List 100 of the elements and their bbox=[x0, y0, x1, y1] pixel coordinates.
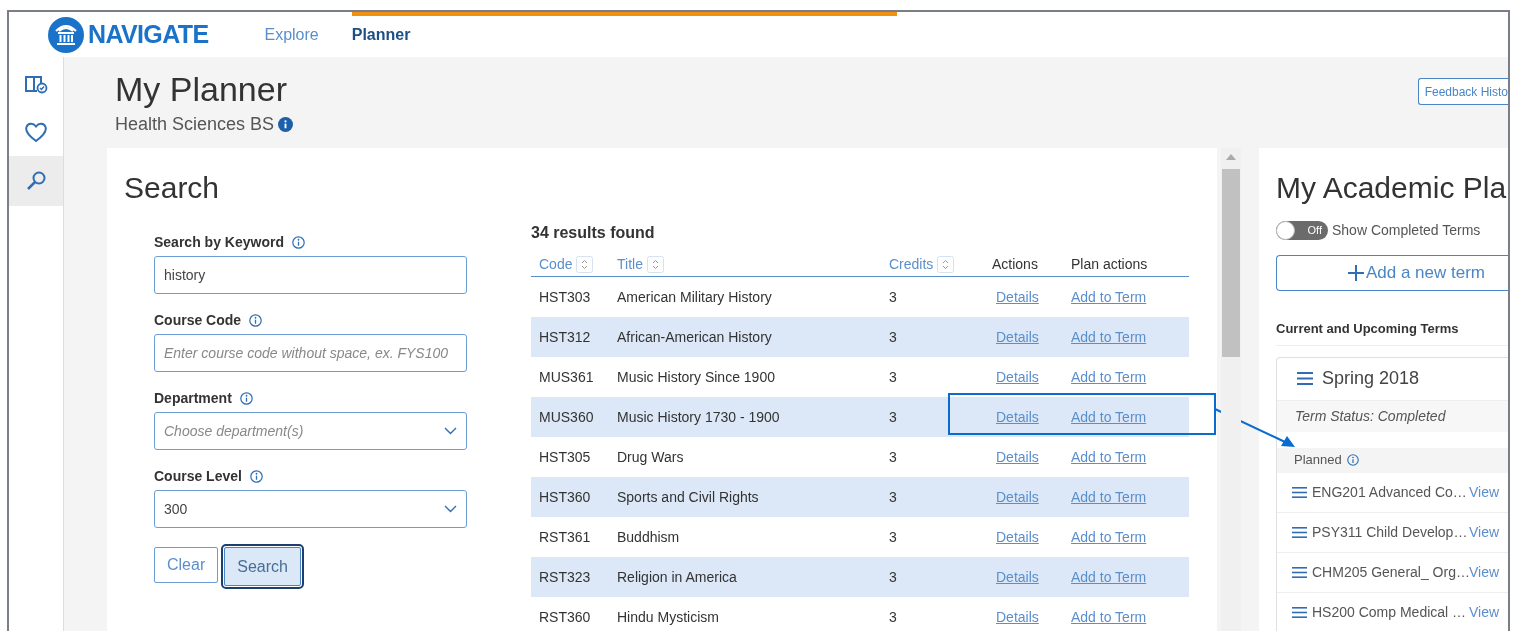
add-to-term-link[interactable]: Add to Term bbox=[1071, 448, 1147, 465]
view-link[interactable]: View bbox=[1469, 601, 1500, 623]
details-link[interactable]: Details bbox=[996, 568, 1039, 585]
toggle-switch[interactable]: Off bbox=[1276, 221, 1328, 240]
add-to-term-link[interactable]: Add to Term bbox=[1071, 408, 1147, 425]
table-cell-text: 3 bbox=[889, 567, 898, 587]
field-label: Department bbox=[154, 389, 232, 408]
view-link[interactable]: View bbox=[1469, 481, 1500, 503]
drag-handle-icon[interactable] bbox=[1292, 566, 1307, 578]
sort-icon[interactable] bbox=[576, 256, 594, 273]
table-cell-text: RST323 bbox=[538, 567, 592, 587]
column-header[interactable]: Title bbox=[617, 254, 643, 275]
info-icon[interactable] bbox=[278, 117, 294, 132]
drag-handle-icon[interactable] bbox=[1292, 526, 1307, 538]
view-link[interactable]: View bbox=[1469, 561, 1500, 583]
add-to-term-link[interactable]: Add to Term bbox=[1071, 488, 1147, 505]
column-header: Actions bbox=[992, 255, 1038, 274]
info-icon[interactable] bbox=[249, 470, 263, 483]
sort-icon[interactable] bbox=[646, 256, 664, 273]
search-icon[interactable] bbox=[25, 170, 47, 192]
add-term-button[interactable]: Add a new term bbox=[1276, 255, 1508, 291]
table-cell-text: Drug Wars bbox=[617, 447, 685, 467]
course-name: ENG201 Advanced Co… bbox=[1312, 482, 1464, 502]
term-name: Spring 2018 bbox=[1322, 367, 1420, 390]
table-cell-text: American Military History bbox=[617, 287, 773, 307]
sort-icon[interactable] bbox=[937, 256, 955, 273]
info-icon[interactable] bbox=[1346, 454, 1359, 466]
drag-handle-icon[interactable] bbox=[1292, 486, 1307, 498]
course-name: HS200 Comp Medical … bbox=[1312, 602, 1464, 622]
table-cell-text: 3 bbox=[889, 447, 898, 467]
table-cell-text: 3 bbox=[889, 287, 898, 307]
table-cell-text: RST361 bbox=[538, 527, 592, 547]
table-cell-text: HST312 bbox=[538, 327, 592, 347]
menu-icon[interactable] bbox=[1297, 372, 1313, 385]
field-label: Course Level bbox=[154, 467, 242, 486]
scrollbar[interactable] bbox=[1221, 148, 1241, 631]
chevron-down-icon[interactable] bbox=[444, 505, 457, 513]
term-status: Term Status: Completed bbox=[1295, 406, 1446, 426]
column-header[interactable]: Code bbox=[539, 254, 573, 275]
details-link[interactable]: Details bbox=[996, 608, 1039, 625]
nav-tab[interactable]: Planner bbox=[351, 22, 411, 47]
table-cell-text: 3 bbox=[889, 487, 898, 507]
sidebar-item[interactable] bbox=[9, 156, 63, 206]
input-field[interactable]: Enter course code without space, ex. FYS100 bbox=[154, 334, 467, 372]
clear-button[interactable]: Clear bbox=[154, 547, 219, 583]
table-cell-text: MUS361 bbox=[538, 367, 595, 387]
field-label: Search by Keyword bbox=[154, 233, 284, 252]
table-cell-text: Music History 1730 - 1900 bbox=[617, 407, 781, 427]
section-heading: Current and Upcoming Terms bbox=[1276, 319, 1508, 346]
add-to-term-link[interactable]: Add to Term bbox=[1071, 528, 1147, 545]
plus-icon bbox=[1347, 265, 1364, 281]
field-label: Course Code bbox=[154, 311, 242, 330]
details-link[interactable]: Details bbox=[996, 408, 1039, 425]
table-cell-text: HST360 bbox=[538, 487, 592, 507]
add-to-term-link[interactable]: Add to Term bbox=[1071, 568, 1147, 585]
table-cell-text: Buddhism bbox=[617, 527, 681, 547]
panel-title: My Academic Pla bbox=[1276, 170, 1508, 206]
details-link[interactable]: Details bbox=[996, 368, 1039, 385]
details-link[interactable]: Details bbox=[996, 288, 1039, 305]
logo-icon bbox=[48, 16, 84, 53]
column-header: Plan actions bbox=[1071, 255, 1148, 274]
table-cell-text: MUS360 bbox=[538, 407, 595, 427]
details-link[interactable]: Details bbox=[996, 328, 1039, 345]
table-cell-text: Sports and Civil Rights bbox=[617, 487, 760, 507]
table-cell-text: African-American History bbox=[617, 327, 773, 347]
details-link[interactable]: Details bbox=[996, 448, 1039, 465]
search-button[interactable]: Search bbox=[224, 547, 301, 586]
view-link[interactable]: View bbox=[1469, 521, 1500, 543]
table-cell-text: Hindu Mysticism bbox=[617, 607, 720, 627]
column-header[interactable]: Credits bbox=[889, 254, 934, 275]
info-icon[interactable] bbox=[249, 314, 263, 327]
add-to-term-link[interactable]: Add to Term bbox=[1071, 368, 1147, 385]
table-cell-text: Religion in America bbox=[617, 567, 738, 587]
table-cell-text: 3 bbox=[889, 527, 898, 547]
table-cell-text: HST305 bbox=[538, 447, 592, 467]
info-icon[interactable] bbox=[291, 236, 305, 249]
drag-handle-icon[interactable] bbox=[1292, 606, 1307, 618]
program-name: Health Sciences BS bbox=[115, 113, 275, 136]
table-cell-text: 3 bbox=[889, 367, 898, 387]
add-to-term-link[interactable]: Add to Term bbox=[1071, 608, 1147, 625]
book-icon[interactable] bbox=[24, 73, 48, 95]
add-to-term-link[interactable]: Add to Term bbox=[1071, 288, 1147, 305]
nav-tab[interactable]: Explore bbox=[264, 22, 319, 47]
details-link[interactable]: Details bbox=[996, 488, 1039, 505]
add-to-term-link[interactable]: Add to Term bbox=[1071, 328, 1147, 345]
scrollbar-thumb[interactable] bbox=[1222, 169, 1240, 357]
info-icon[interactable] bbox=[239, 392, 253, 405]
dropdown-field[interactable]: Choose department(s) bbox=[154, 412, 467, 450]
results-count: 34 results found bbox=[531, 223, 656, 243]
heart-icon[interactable] bbox=[24, 121, 48, 143]
details-link[interactable]: Details bbox=[996, 528, 1039, 545]
course-name: PSY311 Child Develop… bbox=[1312, 522, 1464, 542]
feedback-history-button[interactable]: Feedback Histo bbox=[1417, 78, 1508, 105]
dropdown-field[interactable]: 300 bbox=[154, 490, 467, 528]
chevron-down-icon[interactable] bbox=[444, 427, 457, 435]
table-cell-text: HST303 bbox=[538, 287, 592, 307]
page-title: My Planner bbox=[115, 69, 288, 110]
input-field[interactable]: history bbox=[154, 256, 467, 294]
table-cell-text: RST360 bbox=[538, 607, 592, 627]
panel-title: Search bbox=[124, 170, 221, 206]
